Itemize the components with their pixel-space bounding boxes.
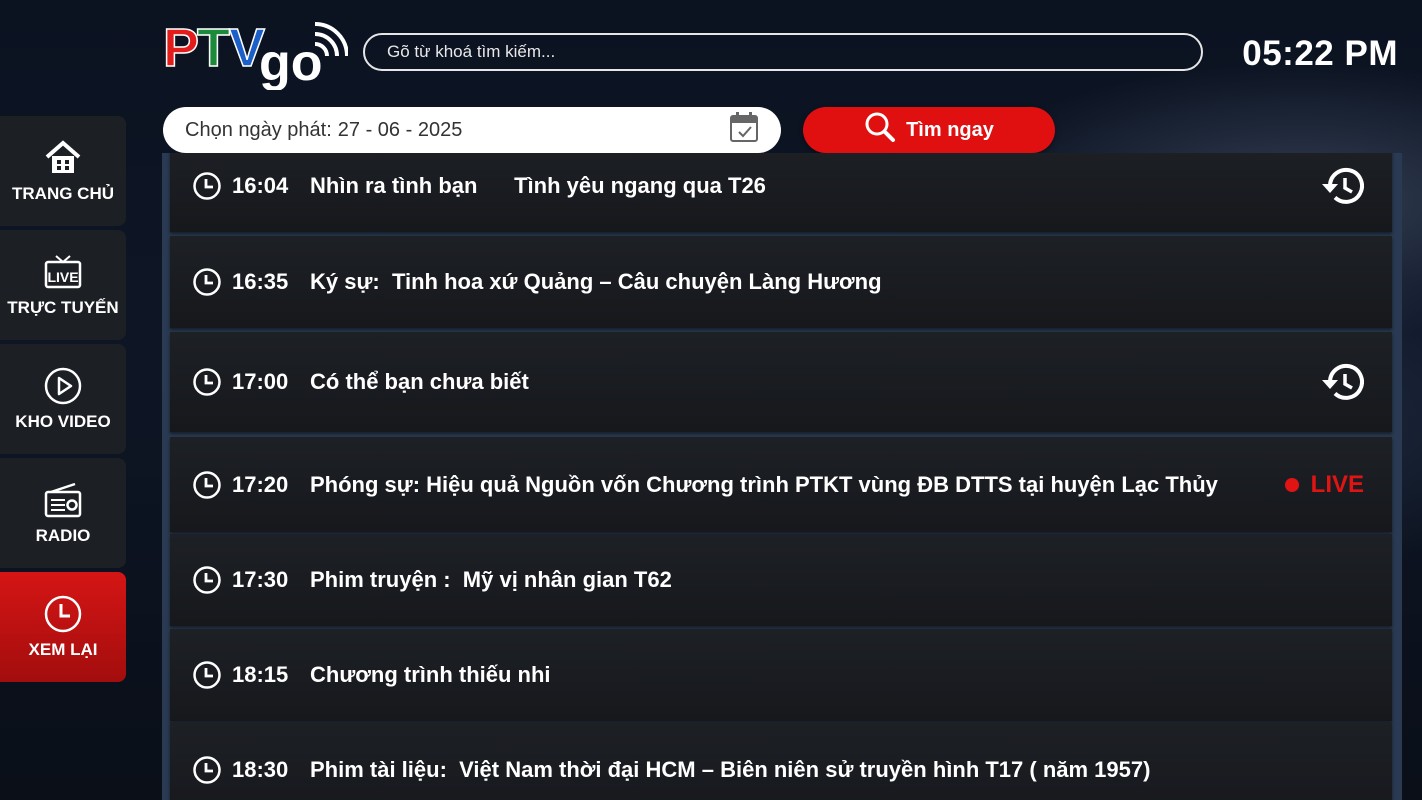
program-time: 17:20 (232, 471, 289, 497)
svg-text:go: go (259, 34, 323, 90)
program-time: 17:30 (232, 567, 289, 592)
clock-icon (44, 595, 82, 633)
ptv-go-logo: P T V go (162, 14, 349, 92)
sidebar-item-label: TRANG CHỦ (12, 184, 114, 203)
live-tv-icon: LIVE (44, 255, 82, 289)
sidebar-item-label: TRỰC TUYẾN (7, 298, 119, 317)
program-title: Có thể bạn chưa biết (310, 369, 529, 394)
play-circle-icon (44, 367, 82, 405)
svg-text:P: P (163, 18, 199, 78)
live-badge: LIVE (1284, 470, 1364, 499)
live-dot-icon (1284, 477, 1299, 492)
sidebar-item-replay[interactable]: XEM LẠI (0, 572, 126, 682)
date-value: 27 - 06 - 2025 (337, 118, 463, 141)
date-picker[interactable]: Chọn ngày phát: 27 - 06 - 2025 (163, 107, 781, 153)
program-time: 17:00 (232, 369, 289, 394)
clock-icon (193, 756, 221, 784)
schedule-row[interactable]: 17:00 Có thể bạn chưa biết (170, 332, 1392, 432)
program-title: Phóng sự: Hiệu quả Nguồn vốn Chương trìn… (310, 471, 1218, 497)
clock-icon (193, 172, 221, 200)
schedule-row[interactable]: 18:15 Chương trình thiếu nhi (170, 629, 1392, 721)
sidebar-item-video[interactable]: KHO VIDEO (0, 344, 126, 454)
sidebar-item-label: XEM LẠI (28, 640, 98, 659)
sidebar-item-home[interactable]: TRANG CHỦ (0, 116, 126, 226)
program-time: 16:35 (232, 269, 289, 294)
sidebar-item-label: RADIO (35, 526, 91, 545)
current-time: 05:22 PM (1242, 34, 1398, 73)
schedule-row[interactable]: 17:30 Phim truyện : Mỹ vị nhân gian T62 (170, 534, 1392, 626)
clock-icon (193, 368, 221, 396)
schedule-row[interactable]: 18:30 Phim tài liệu: Việt Nam thời đại H… (170, 722, 1392, 800)
calendar-icon[interactable] (729, 111, 759, 149)
program-title: Chương trình thiếu nhi (310, 662, 551, 687)
program-title: Phim tài liệu: Việt Nam thời đại HCM – B… (310, 757, 1151, 782)
radio-icon (44, 482, 82, 518)
search-now-label: Tìm ngay (906, 118, 994, 141)
date-label: Chọn ngày phát: (185, 118, 332, 141)
clock-icon (193, 566, 221, 594)
svg-text:LIVE: LIVE (47, 269, 78, 285)
clock-icon (193, 661, 221, 689)
clock-icon (193, 268, 221, 296)
program-time: 18:30 (232, 757, 289, 782)
replay-icon[interactable] (1316, 360, 1364, 404)
sidebar-item-label: KHO VIDEO (15, 412, 111, 431)
schedule-row[interactable]: 16:35 Ký sự: Tinh hoa xứ Quảng – Câu chu… (170, 236, 1392, 328)
search-icon (864, 111, 896, 149)
search-placeholder: Gõ từ khoá tìm kiếm... (387, 42, 556, 61)
sidebar-item-radio[interactable]: RADIO (0, 458, 126, 568)
home-icon (45, 140, 81, 173)
program-title: Phim truyện : Mỹ vị nhân gian T62 (310, 567, 672, 592)
svg-text:T: T (197, 18, 230, 78)
schedule-list: 16:04 Nhìn ra tình bạn Tình yêu ngang qu… (162, 153, 1402, 800)
search-now-button[interactable]: Tìm ngay (803, 107, 1055, 153)
program-time: 18:15 (232, 662, 289, 687)
schedule-row[interactable]: 16:04 Nhìn ra tình bạn Tình yêu ngang qu… (170, 153, 1392, 232)
live-label: LIVE (1310, 470, 1364, 498)
program-title: Ký sự: Tinh hoa xứ Quảng – Câu chuyện Là… (310, 269, 882, 294)
schedule-row-live[interactable]: 17:20 Phóng sự: Hiệu quả Nguồn vốn Chươn… (170, 437, 1392, 532)
program-title: Nhìn ra tình bạn Tình yêu ngang qua T26 (310, 173, 766, 198)
clock-icon (193, 470, 221, 499)
sidebar-item-live[interactable]: LIVE TRỰC TUYẾN (0, 230, 126, 340)
replay-icon[interactable] (1316, 164, 1364, 208)
search-input[interactable]: Gõ từ khoá tìm kiếm... (363, 33, 1203, 71)
program-time: 16:04 (232, 173, 289, 198)
